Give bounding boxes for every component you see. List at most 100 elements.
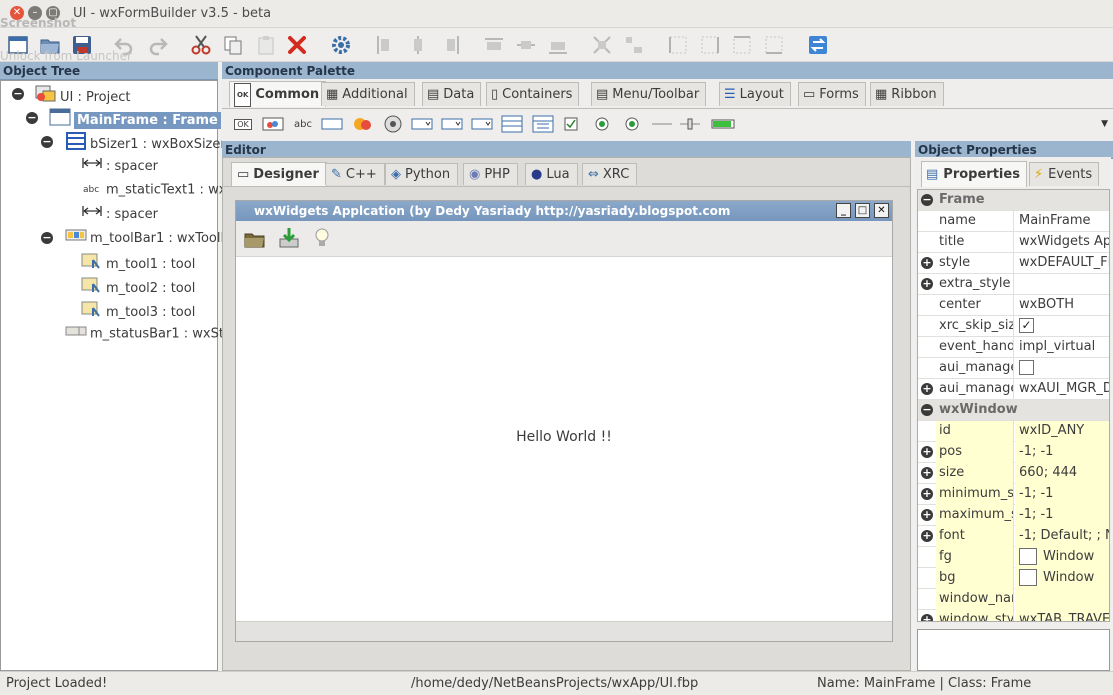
tree-item-spacer[interactable]: : spacer: [81, 204, 158, 224]
radio-box-icon[interactable]: [622, 115, 642, 133]
expand-icon[interactable]: +: [921, 257, 933, 269]
expand-icon[interactable]: [590, 33, 614, 57]
tree-item-spacer[interactable]: : spacer: [81, 156, 158, 176]
tab-data[interactable]: ▤ Data: [422, 82, 482, 106]
grid-icon[interactable]: [531, 115, 555, 133]
collapse-icon[interactable]: −: [41, 136, 53, 148]
stretch-icon[interactable]: [622, 33, 646, 57]
property-row[interactable]: xrc_skip_size✓: [918, 316, 1109, 337]
property-row[interactable]: center wxBOTH: [918, 295, 1109, 316]
tab-php[interactable]: ◉ PHP: [463, 163, 518, 185]
lightbulb-icon[interactable]: [314, 227, 330, 253]
property-grid[interactable]: − Frame name MainFrame title wxWidgets App …: [917, 189, 1110, 622]
redo-icon[interactable]: [146, 33, 170, 57]
designer-frame-preview[interactable]: wxWidgets Applcation (by Dedy Yasriady h…: [235, 200, 893, 642]
property-row[interactable]: + size 660; 444: [918, 463, 1109, 484]
tree-item-statictext[interactable]: abc m_staticText1 : wx: [83, 180, 226, 200]
static-bitmap-icon[interactable]: [352, 115, 374, 133]
frame-close-icon[interactable]: ✕: [874, 203, 889, 218]
frame-maximize-icon[interactable]: □: [855, 203, 870, 218]
tree-item-statusbar[interactable]: m_statusBar1 : wxSta: [65, 324, 232, 344]
expand-icon[interactable]: +: [921, 614, 933, 621]
property-row[interactable]: title wxWidgets App: [918, 232, 1109, 253]
property-row[interactable]: event_handl impl_virtual: [918, 337, 1109, 358]
delete-icon[interactable]: [285, 33, 309, 57]
tab-python[interactable]: ◈ Python: [385, 163, 459, 185]
property-row[interactable]: + extra_style: [918, 274, 1109, 295]
tab-xrc[interactable]: ⇔ XRC: [582, 163, 638, 185]
cut-icon[interactable]: [189, 33, 213, 57]
collapse-icon[interactable]: −: [26, 112, 38, 124]
property-row[interactable]: id wxID_ANY: [918, 421, 1109, 442]
fg-color-swatch[interactable]: [1019, 548, 1037, 565]
tab-layout[interactable]: ☰ Layout: [719, 82, 791, 106]
tab-ribbon[interactable]: ▦ Ribbon: [870, 82, 944, 106]
expand-icon[interactable]: +: [921, 509, 933, 521]
static-line-icon[interactable]: [650, 115, 674, 133]
tree-item-bsizer[interactable]: bSizer1 : wxBoxSizer: [65, 132, 226, 152]
property-row[interactable]: +minimum_siz-1; -1: [918, 484, 1109, 505]
tree-item-tool[interactable]: m_tool1 : tool: [81, 252, 195, 272]
tab-events[interactable]: ⚡ Events: [1029, 162, 1100, 186]
property-row[interactable]: fg Window: [918, 547, 1109, 568]
object-tree[interactable]: − UI : Project − MainFrame : Frame − bSi…: [0, 80, 232, 671]
property-row[interactable]: aui_managec: [918, 358, 1109, 379]
property-row[interactable]: bg Window: [918, 568, 1109, 589]
tab-properties[interactable]: ▤ Properties: [921, 161, 1027, 187]
tree-item-tool[interactable]: m_tool3 : tool: [81, 300, 195, 320]
align-left-icon[interactable]: [374, 33, 398, 57]
property-row[interactable]: +aui_managerwxAUI_MGR_DE: [918, 379, 1109, 400]
expand-icon[interactable]: +: [921, 530, 933, 542]
frame-minimize-icon[interactable]: _: [836, 203, 851, 218]
property-row[interactable]: +maximum_siz-1; -1: [918, 505, 1109, 526]
tab-containers[interactable]: ▯ Containers: [486, 82, 580, 106]
tree-item-project[interactable]: UI : Project: [35, 84, 130, 105]
tab-lua[interactable]: ● Lua: [525, 163, 578, 185]
bitmap-button-icon[interactable]: [261, 115, 285, 133]
expand-icon[interactable]: +: [921, 383, 933, 395]
align-bottom-icon[interactable]: [546, 33, 570, 57]
copy-icon[interactable]: [221, 33, 245, 57]
tab-designer[interactable]: ▭ Designer: [231, 162, 327, 186]
tab-common[interactable]: OK Common: [229, 81, 327, 107]
slider-icon[interactable]: [678, 115, 702, 133]
property-row[interactable]: window_nam: [918, 589, 1109, 610]
property-category[interactable]: − wxWindow: [918, 400, 1109, 421]
tree-item-mainframe[interactable]: MainFrame : Frame: [49, 108, 221, 129]
tree-item-toolbar[interactable]: m_toolBar1 : wxToolB: [65, 228, 229, 248]
list-view-icon[interactable]: [501, 115, 523, 133]
expand-icon[interactable]: +: [921, 446, 933, 458]
border-left-icon[interactable]: [666, 33, 690, 57]
swap-icon[interactable]: [806, 33, 830, 57]
align-top-icon[interactable]: [482, 33, 506, 57]
expand-icon[interactable]: +: [921, 467, 933, 479]
tree-item-tool[interactable]: m_tool2 : tool: [81, 276, 195, 296]
list-box-icon[interactable]: [441, 115, 463, 133]
property-category[interactable]: − Frame: [918, 190, 1109, 211]
generate-code-icon[interactable]: [329, 33, 353, 57]
radio-button-icon[interactable]: [592, 115, 612, 133]
property-row[interactable]: + pos -1; -1: [918, 442, 1109, 463]
tab-menu-toolbar[interactable]: ▤ Menu/Toolbar: [591, 82, 707, 106]
folder-open-icon[interactable]: [244, 229, 266, 253]
aui-managed-checkbox[interactable]: [1019, 360, 1034, 375]
border-right-icon[interactable]: [698, 33, 722, 57]
property-row[interactable]: name MainFrame: [918, 211, 1109, 232]
list-ctrl-icon[interactable]: [471, 115, 493, 133]
expand-icon[interactable]: +: [921, 278, 933, 290]
collapse-icon[interactable]: −: [921, 404, 933, 416]
palette-overflow-icon[interactable]: ▼: [1101, 119, 1108, 129]
bg-color-swatch[interactable]: [1019, 569, 1037, 586]
tab-forms[interactable]: ▭ Forms: [798, 82, 866, 106]
property-row[interactable]: +window_stylewxTAB_TRAVER: [918, 610, 1109, 621]
tab-additional[interactable]: ▦ Additional: [321, 82, 415, 106]
static-text-icon[interactable]: abc: [292, 115, 314, 133]
choice-icon[interactable]: [411, 115, 433, 133]
checkbox-icon[interactable]: [563, 115, 579, 133]
collapse-icon[interactable]: −: [41, 232, 53, 244]
text-ctrl-icon[interactable]: [321, 115, 343, 133]
collapse-icon[interactable]: −: [921, 194, 933, 206]
collapse-icon[interactable]: −: [12, 88, 24, 100]
align-center-v-icon[interactable]: [514, 33, 538, 57]
border-top-icon[interactable]: [730, 33, 754, 57]
